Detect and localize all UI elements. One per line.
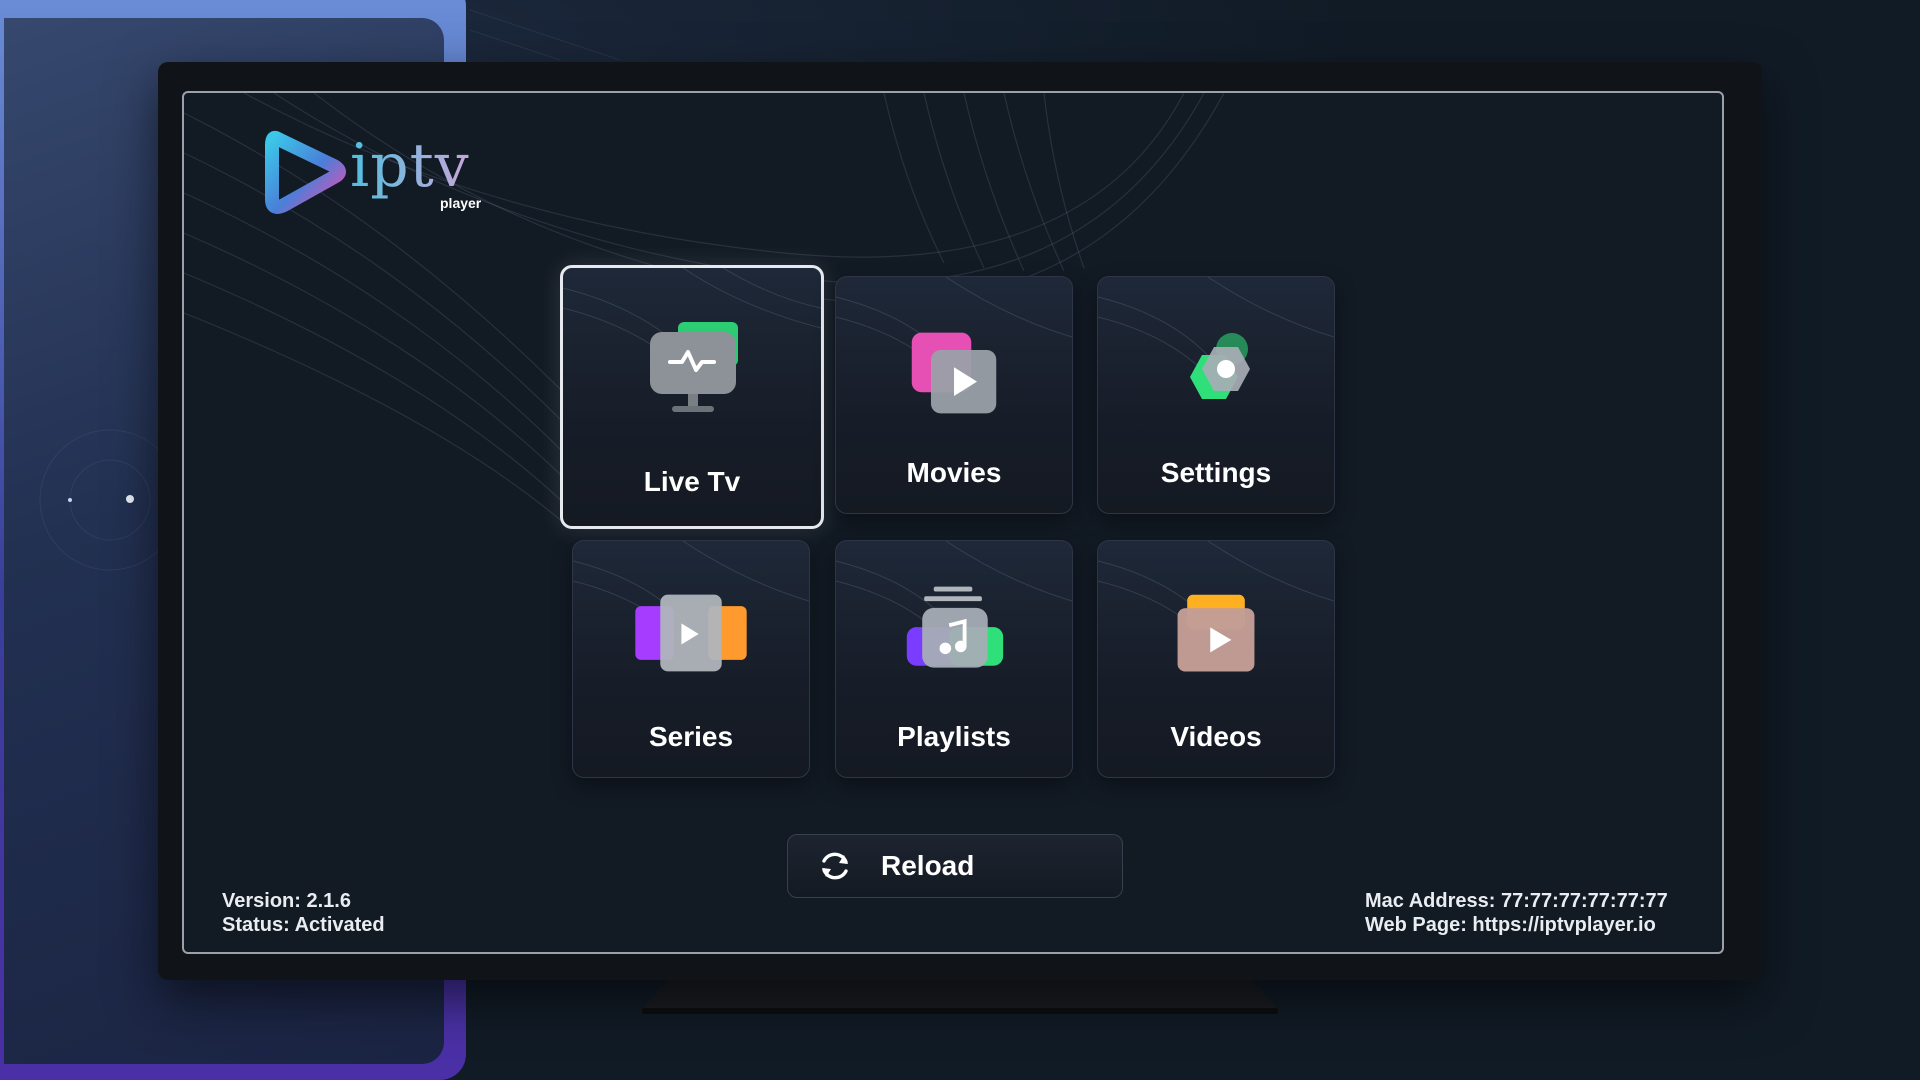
- app-logo: iptv player: [264, 129, 484, 219]
- tile-label: Playlists: [897, 721, 1011, 752]
- movies-play-icon: [911, 332, 997, 414]
- tile-label: Movies: [906, 457, 1002, 488]
- reload-button[interactable]: Reload: [787, 834, 1123, 898]
- logo-play-icon: [265, 130, 346, 214]
- web-page-text: Web Page: https://iptvplayer.io: [1365, 914, 1656, 936]
- live-tv-monitor-icon: [650, 322, 738, 412]
- tv-screen: iptv player Live Tv Movies Settings Seri…: [182, 91, 1724, 954]
- tile-label: Series: [648, 721, 734, 752]
- tv-stand: [642, 974, 1278, 1014]
- settings-hexagon-icon: [1190, 333, 1250, 399]
- refresh-icon: [822, 852, 848, 880]
- logo-subtext: player: [440, 195, 482, 211]
- status-text: Status: Activated: [222, 914, 385, 936]
- tile-playlists[interactable]: Playlists: [835, 540, 1073, 778]
- tile-settings[interactable]: Settings: [1097, 276, 1335, 514]
- playlists-music-icon: [906, 586, 1004, 668]
- device-info: Mac Address: 77:77:77:77:77:77 Web Page:…: [1365, 889, 1668, 937]
- tile-label: Live Tv: [643, 466, 741, 497]
- logo-wordmark: iptv: [350, 131, 470, 201]
- tile-live-tv[interactable]: Live Tv: [560, 265, 824, 529]
- app-stage: iptv player Live Tv Movies Settings Seri…: [0, 0, 1920, 1080]
- tile-videos[interactable]: Videos: [1097, 540, 1335, 778]
- mac-address-text: Mac Address: 77:77:77:77:77:77: [1365, 890, 1668, 912]
- series-play-icon: [635, 594, 747, 672]
- tile-label: Settings: [1160, 457, 1272, 488]
- videos-play-icon: [1177, 594, 1255, 672]
- version-text: Version: 2.1.6: [222, 890, 351, 912]
- reload-label: Reload: [881, 850, 975, 881]
- app-info: Version: 2.1.6 Status: Activated: [222, 889, 385, 937]
- tile-series[interactable]: Series: [572, 540, 810, 778]
- tile-label: Videos: [1170, 721, 1262, 752]
- screen-wave-decoration: [184, 93, 1225, 524]
- tile-movies[interactable]: Movies: [835, 276, 1073, 514]
